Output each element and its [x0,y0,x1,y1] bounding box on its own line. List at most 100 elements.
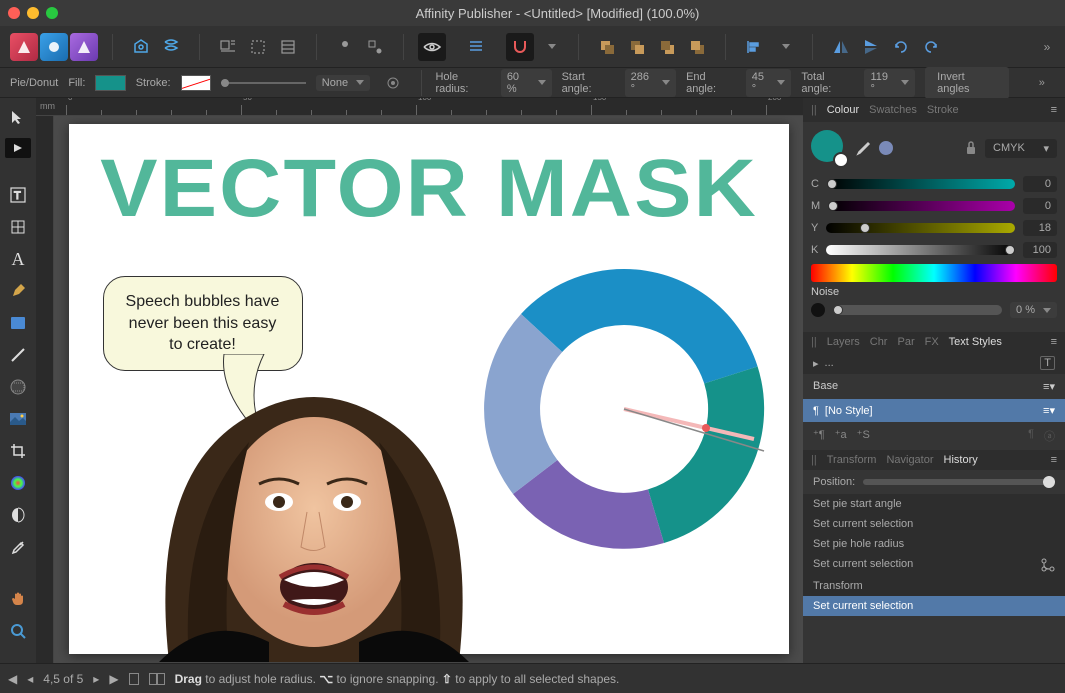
table-tool-icon[interactable] [7,216,29,238]
history-item[interactable]: Set current selection [803,514,1065,534]
spectrum-bar[interactable] [811,264,1057,282]
prev-spread-icon[interactable]: ◀ [8,672,17,686]
stroke-swatch[interactable] [181,75,211,91]
canvas-area[interactable]: VECTOR MASK Speech bubbles have never be… [54,116,803,663]
persona-photo-icon[interactable] [40,33,68,61]
prev-page-icon[interactable]: ◂ [27,672,33,686]
horizontal-ruler[interactable]: mm 050100150200 [36,98,803,116]
base-row[interactable]: Base≡▾ [803,374,1065,399]
tab-transform[interactable]: Transform [827,454,877,466]
move-front-icon[interactable] [683,33,711,61]
rotate-ccw-icon[interactable] [887,33,915,61]
donut-chart[interactable] [469,254,779,564]
hand-tool-icon[interactable] [7,588,29,610]
expand-icon[interactable]: ▸ [813,357,819,370]
tab-text-styles[interactable]: Text Styles [949,336,1002,348]
move-tool-icon[interactable] [7,106,29,128]
assets-icon[interactable] [127,33,155,61]
panel-menu-icon[interactable]: ≡ [1051,104,1057,116]
align-paragraph-icon[interactable] [462,33,490,61]
recent-colour-swatch[interactable] [879,141,893,155]
tab-history[interactable]: History [944,454,978,466]
text-style-t-icon[interactable]: T [1040,356,1055,370]
show-text-wrap-icon[interactable] [244,33,272,61]
heading-text[interactable]: VECTOR MASK [54,124,803,236]
tab-layers[interactable]: Layers [827,336,860,348]
move-backward-icon[interactable] [623,33,651,61]
shape-tool-icon[interactable] [7,376,29,398]
m-value[interactable]: 0 [1023,198,1057,214]
contextbar-overflow-icon[interactable]: » [1029,69,1055,97]
k-value[interactable]: 100 [1023,242,1057,258]
vertical-ruler[interactable] [36,116,54,663]
text-wrap-icon[interactable] [214,33,242,61]
tab-colour[interactable]: Colour [827,104,859,116]
align-left-icon[interactable] [740,33,768,61]
single-page-icon[interactable] [129,673,139,685]
no-style-row[interactable]: ¶[No Style]≡▾ [803,399,1065,422]
rotate-cw-icon[interactable] [917,33,945,61]
add-paragraph-style-icon[interactable]: ⁺¶ [813,428,825,444]
history-position-slider[interactable] [863,479,1055,485]
spread-icon[interactable] [149,673,165,685]
colour-picker-circle[interactable] [811,130,847,166]
panel-menu-icon[interactable]: ≡ [1051,336,1057,348]
tab-fx[interactable]: FX [925,336,939,348]
next-page-icon[interactable]: ▸ [93,672,99,686]
picture-frame-tool-icon[interactable] [7,408,29,430]
node-tool-icon[interactable] [5,138,31,158]
photo-image[interactable] [119,382,509,662]
next-spread-icon[interactable]: ▶ [109,672,118,686]
start-angle-value[interactable]: 286 ° [625,69,676,97]
stroke-width-slider[interactable] [221,82,306,84]
add-char-style-icon[interactable]: ⁺a [835,428,847,444]
align-dropdown[interactable] [770,33,798,61]
snapping-dropdown[interactable] [536,33,564,61]
add-style-icon[interactable]: ⁺S [857,428,870,444]
history-item[interactable]: Set pie hole radius [803,534,1065,554]
stroke-settings-icon[interactable] [380,69,406,97]
colour-mode-select[interactable]: CMYK▾ [985,139,1057,158]
transparency-tool-icon[interactable] [7,504,29,526]
baseline-grid-icon[interactable] [274,33,302,61]
pen-tool-icon[interactable] [7,280,29,302]
artistic-text-tool-icon[interactable]: A [7,248,29,270]
toolbar-overflow-icon[interactable]: » [1033,33,1061,61]
history-item[interactable]: Set pie start angle [803,494,1065,514]
history-item[interactable]: Transform [803,576,1065,596]
lock-icon[interactable] [965,141,977,155]
fill-swatch[interactable] [95,75,125,91]
page[interactable]: VECTOR MASK Speech bubbles have never be… [69,124,789,654]
move-forward-icon[interactable] [653,33,681,61]
flip-horizontal-icon[interactable] [827,33,855,61]
text-frame-tool-icon[interactable]: T [7,184,29,206]
eyedropper-icon[interactable] [855,140,871,156]
c-value[interactable]: 0 [1023,176,1057,192]
tab-stroke[interactable]: Stroke [927,104,959,116]
zoom-tool-icon[interactable] [7,620,29,642]
panel-menu-icon[interactable]: ≡ [1051,454,1057,466]
snapping-icon[interactable] [506,33,534,61]
preview-mode-icon[interactable] [418,33,446,61]
close-window-button[interactable] [8,7,20,19]
persona-publisher-icon[interactable] [10,33,38,61]
maximize-window-button[interactable] [46,7,58,19]
fill-tool-icon[interactable] [7,472,29,494]
move-back-icon[interactable] [593,33,621,61]
stock-icon[interactable] [157,33,185,61]
page-indicator[interactable]: 4,5 of 5 [43,672,83,686]
stroke-width-value[interactable]: None [316,75,370,91]
line-tool-icon[interactable] [7,344,29,366]
invert-angles-button[interactable]: Invert angles [925,67,1008,99]
end-angle-value[interactable]: 45 ° [746,69,792,97]
rectangle-tool-icon[interactable] [7,312,29,334]
eyedropper-tool-icon[interactable] [7,536,29,558]
y-value[interactable]: 18 [1023,220,1057,236]
pin-float-icon[interactable] [361,33,389,61]
flip-vertical-icon[interactable] [857,33,885,61]
tab-swatches[interactable]: Swatches [869,104,917,116]
history-item[interactable]: Set current selection [803,554,1065,576]
minimize-window-button[interactable] [27,7,39,19]
noise-value[interactable]: 0 % [1010,302,1057,318]
tab-navigator[interactable]: Navigator [886,454,933,466]
